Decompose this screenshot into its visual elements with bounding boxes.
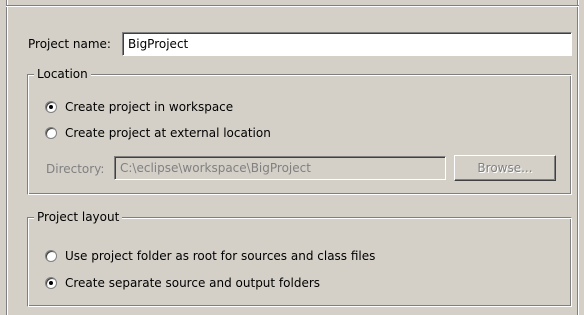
radio-button-icon[interactable]	[45, 127, 57, 139]
location-group-title: Location	[34, 66, 91, 82]
directory-row: Directory:	[46, 160, 104, 178]
radio-use-project-folder[interactable]: Use project folder as root for sources a…	[45, 248, 375, 264]
radio-create-in-workspace-label: Create project in workspace	[65, 100, 234, 114]
radio-button-icon[interactable]	[45, 250, 57, 262]
project-layout-group-title: Project layout	[34, 209, 123, 225]
project-name-input[interactable]: BigProject	[122, 32, 572, 56]
left-border	[6, 0, 8, 315]
browse-button[interactable]: Browse...	[454, 155, 556, 181]
radio-button-icon[interactable]	[45, 101, 57, 113]
right-border	[577, 0, 579, 315]
directory-input[interactable]: C:\eclipse\workspace\BigProject	[114, 156, 446, 180]
radio-create-at-external[interactable]: Create project at external location	[45, 125, 271, 141]
radio-create-in-workspace[interactable]: Create project in workspace	[45, 99, 233, 115]
directory-label: Directory:	[46, 162, 105, 176]
radio-separate-folders[interactable]: Create separate source and output folder…	[45, 275, 320, 291]
radio-button-icon[interactable]	[45, 277, 57, 289]
radio-use-project-folder-label: Use project folder as root for sources a…	[65, 249, 376, 263]
radio-create-at-external-label: Create project at external location	[65, 126, 271, 140]
project-name-row: Project name:	[28, 35, 111, 53]
top-border	[6, 5, 579, 7]
wizard-page: Project name: BigProject Location Create…	[0, 0, 584, 315]
radio-separate-folders-label: Create separate source and output folder…	[65, 276, 321, 290]
project-name-label: Project name:	[28, 37, 111, 51]
